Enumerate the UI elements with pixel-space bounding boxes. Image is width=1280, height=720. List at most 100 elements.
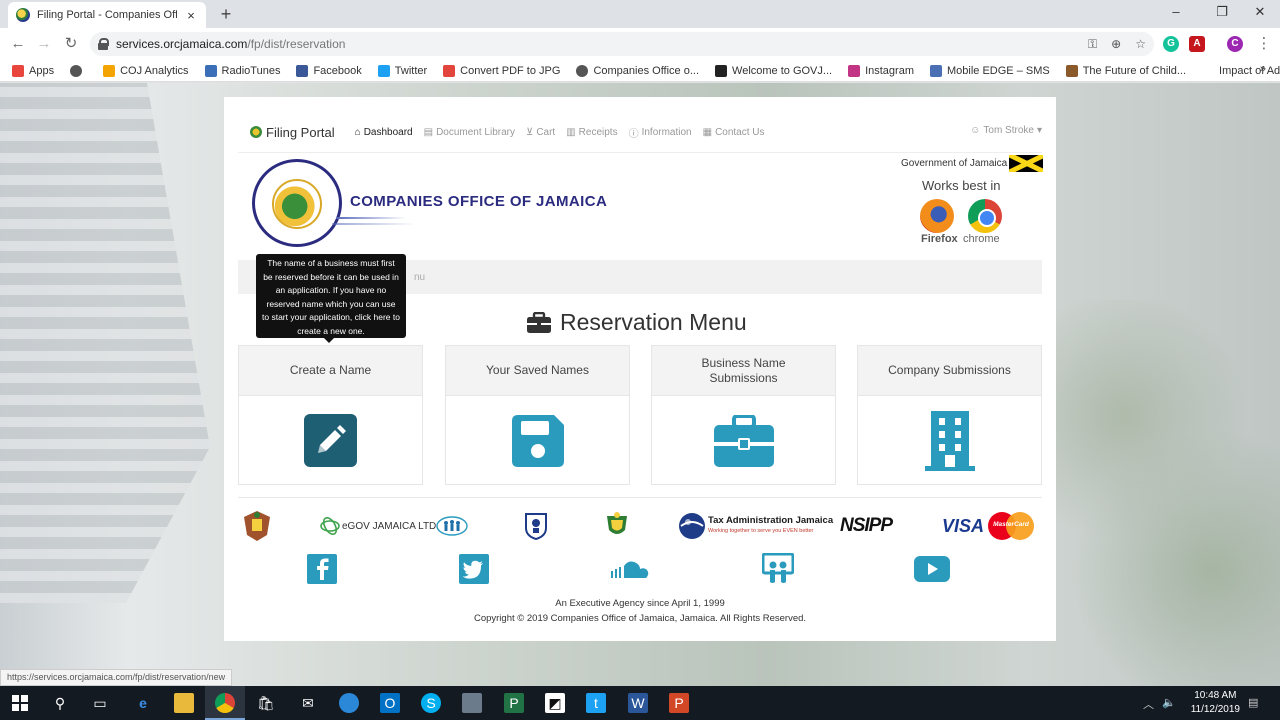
bookmarks-overflow-icon[interactable]: » bbox=[1260, 63, 1266, 75]
status-link-preview: https://services.orcjamaica.com/fp/dist/… bbox=[0, 669, 233, 686]
bookmark-item[interactable]: Twitter bbox=[377, 64, 427, 77]
tile-saved-names[interactable]: Your Saved Names bbox=[445, 345, 630, 485]
store-icon[interactable]: 🛍 bbox=[256, 693, 276, 713]
browser-menu-icon[interactable]: ⋮ bbox=[1254, 34, 1274, 54]
nav-label: Document Library bbox=[436, 126, 515, 138]
outlook-icon[interactable]: O bbox=[380, 693, 400, 713]
portal-brand[interactable]: Filing Portal bbox=[250, 125, 335, 140]
tax-administration-jamaica-logo: Tax Administration Jamaica Working toget… bbox=[678, 509, 833, 543]
address-bar[interactable]: services.orcjamaica.com/fp/dist/reservat… bbox=[90, 32, 1154, 56]
bookmark-item[interactable] bbox=[70, 64, 87, 77]
edge-icon[interactable]: e bbox=[133, 693, 153, 713]
info-icon: ⓘ bbox=[628, 128, 639, 140]
bookmark-label: RadioTunes bbox=[221, 64, 281, 77]
bookmark-favicon-icon bbox=[1202, 64, 1215, 77]
file-explorer-icon[interactable] bbox=[174, 693, 194, 713]
project-icon[interactable]: P bbox=[504, 693, 524, 713]
partner-crest-logo bbox=[604, 509, 630, 543]
grammarly-extension-icon[interactable]: G bbox=[1163, 36, 1179, 52]
powerpoint-icon[interactable]: P bbox=[669, 693, 689, 713]
bookmark-item[interactable]: Mobile EDGE – SMS bbox=[930, 64, 1050, 77]
volume-icon[interactable]: 🔈 bbox=[1162, 696, 1176, 709]
tile-body bbox=[652, 396, 835, 485]
nav-document-library[interactable]: ▤ Document Library bbox=[424, 127, 515, 138]
lock-icon bbox=[98, 38, 109, 50]
user-icon: ☺ bbox=[970, 125, 981, 136]
reload-button[interactable]: ↻ bbox=[61, 34, 81, 54]
bookmark-favicon-icon bbox=[1065, 64, 1078, 77]
soundcloud-icon[interactable] bbox=[610, 553, 654, 585]
bookmark-item[interactable]: Instagram bbox=[848, 64, 914, 77]
nav-cart[interactable]: ⊻ Cart bbox=[526, 127, 555, 138]
bookmark-item[interactable]: Facebook bbox=[296, 64, 362, 77]
nav-contact-us[interactable]: ▦ Contact Us bbox=[703, 127, 765, 138]
profile-avatar[interactable]: C bbox=[1227, 36, 1243, 52]
maximize-button[interactable]: ❐ bbox=[1212, 4, 1232, 20]
bookmark-item[interactable]: Impact of Adoption... bbox=[1202, 64, 1280, 77]
close-window-button[interactable]: ✕ bbox=[1250, 4, 1270, 20]
chrome-taskbar-icon[interactable] bbox=[215, 693, 235, 713]
forward-button[interactable]: → bbox=[34, 34, 54, 54]
partner-people-logo bbox=[436, 509, 468, 543]
nav-information[interactable]: ⓘ Information bbox=[629, 125, 692, 140]
footer-divider bbox=[238, 497, 1042, 498]
bookmark-item[interactable]: RadioTunes bbox=[204, 64, 281, 77]
tax-label: Tax Administration Jamaica bbox=[708, 515, 834, 526]
briefcase-icon bbox=[527, 311, 551, 333]
browser-tab-bar: Filing Portal - Companies Office × + – ❐… bbox=[0, 0, 1280, 28]
facebook-icon[interactable] bbox=[306, 553, 338, 585]
url-text[interactable]: services.orcjamaica.com/fp/dist/reservat… bbox=[116, 37, 1074, 51]
twitter-taskbar-icon[interactable]: t bbox=[586, 693, 606, 713]
star-icon[interactable]: ☆ bbox=[1135, 37, 1146, 51]
bookmarks-bar: Apps COJ Analytics RadioTunes Facebook Twitt… bbox=[0, 60, 1280, 82]
pencil-square-icon bbox=[304, 414, 357, 467]
new-tab-button[interactable]: + bbox=[216, 4, 236, 24]
bookmark-label: Mobile EDGE – SMS bbox=[947, 64, 1050, 77]
tab-close-icon[interactable]: × bbox=[184, 8, 198, 23]
system-clock[interactable]: 10:48 AM 11/12/2019 bbox=[1191, 689, 1240, 717]
tile-company-submissions[interactable]: Company Submissions bbox=[857, 345, 1042, 485]
receipt-icon: ▥ bbox=[566, 126, 576, 138]
site-favicon-icon bbox=[16, 8, 30, 22]
mail-icon[interactable]: ✉ bbox=[298, 693, 318, 713]
browser-tab[interactable]: Filing Portal - Companies Office × bbox=[8, 2, 206, 28]
acrobat-extension-icon[interactable]: A bbox=[1189, 36, 1205, 52]
app-icon[interactable] bbox=[462, 693, 482, 713]
twitter-icon[interactable] bbox=[458, 553, 490, 585]
key-icon[interactable]: ⚿ bbox=[1088, 37, 1097, 52]
bookmark-item[interactable]: Welcome to GOVJ... bbox=[715, 64, 832, 77]
skype-icon[interactable]: S bbox=[421, 693, 441, 713]
nav-dashboard[interactable]: ⌂ Dashboard bbox=[355, 127, 413, 138]
document-icon: ▤ bbox=[423, 126, 434, 138]
nsipp-logo: NSIPP bbox=[840, 509, 893, 543]
tile-business-name-submissions[interactable]: Business Name Submissions bbox=[651, 345, 836, 485]
bookmark-item[interactable]: The Future of Child... bbox=[1065, 64, 1186, 77]
safari-icon[interactable] bbox=[339, 693, 359, 713]
tray-chevron-icon[interactable]: ︿ bbox=[1143, 696, 1154, 712]
youtube-icon[interactable] bbox=[914, 553, 950, 585]
zoom-icon[interactable]: ⊕ bbox=[1111, 37, 1121, 51]
user-name: Tom Stroke bbox=[983, 125, 1034, 136]
search-icon[interactable]: ⚲ bbox=[50, 693, 70, 713]
slideshare-icon[interactable] bbox=[762, 553, 794, 585]
notifications-icon[interactable]: ▤ bbox=[1248, 696, 1258, 709]
bookmark-item[interactable]: Companies Office o... bbox=[576, 64, 699, 77]
bookmark-item[interactable]: Apps bbox=[12, 64, 54, 77]
windows-start-icon[interactable] bbox=[10, 693, 30, 713]
jamaica-coat-of-arms-logo bbox=[240, 509, 274, 543]
tile-create-name[interactable]: Create a Name bbox=[238, 345, 423, 485]
nav-receipts[interactable]: ▥ Receipts bbox=[566, 127, 617, 138]
sticky-notes-icon[interactable]: ◩ bbox=[545, 693, 565, 713]
back-button[interactable]: ← bbox=[8, 34, 28, 54]
user-menu[interactable]: ☺ Tom Stroke ▾ bbox=[970, 125, 1042, 136]
coj-brand-icon bbox=[250, 126, 262, 138]
bookmark-item[interactable]: Convert PDF to JPG bbox=[443, 64, 560, 77]
bookmark-item[interactable]: COJ Analytics bbox=[103, 64, 189, 77]
windows-taskbar: ⚲ ▭ e 🛍 ✉ O S P ◩ t W P ︿ 🔈 10:48 AM 11/… bbox=[0, 686, 1280, 720]
bookmark-label: Impact of Adoption... bbox=[1219, 64, 1280, 77]
minimize-button[interactable]: – bbox=[1166, 4, 1186, 19]
clock-date: 11/12/2019 bbox=[1190, 704, 1240, 715]
word-icon[interactable]: W bbox=[628, 693, 648, 713]
task-view-icon[interactable]: ▭ bbox=[90, 693, 110, 713]
nav-label: Information bbox=[641, 126, 692, 138]
